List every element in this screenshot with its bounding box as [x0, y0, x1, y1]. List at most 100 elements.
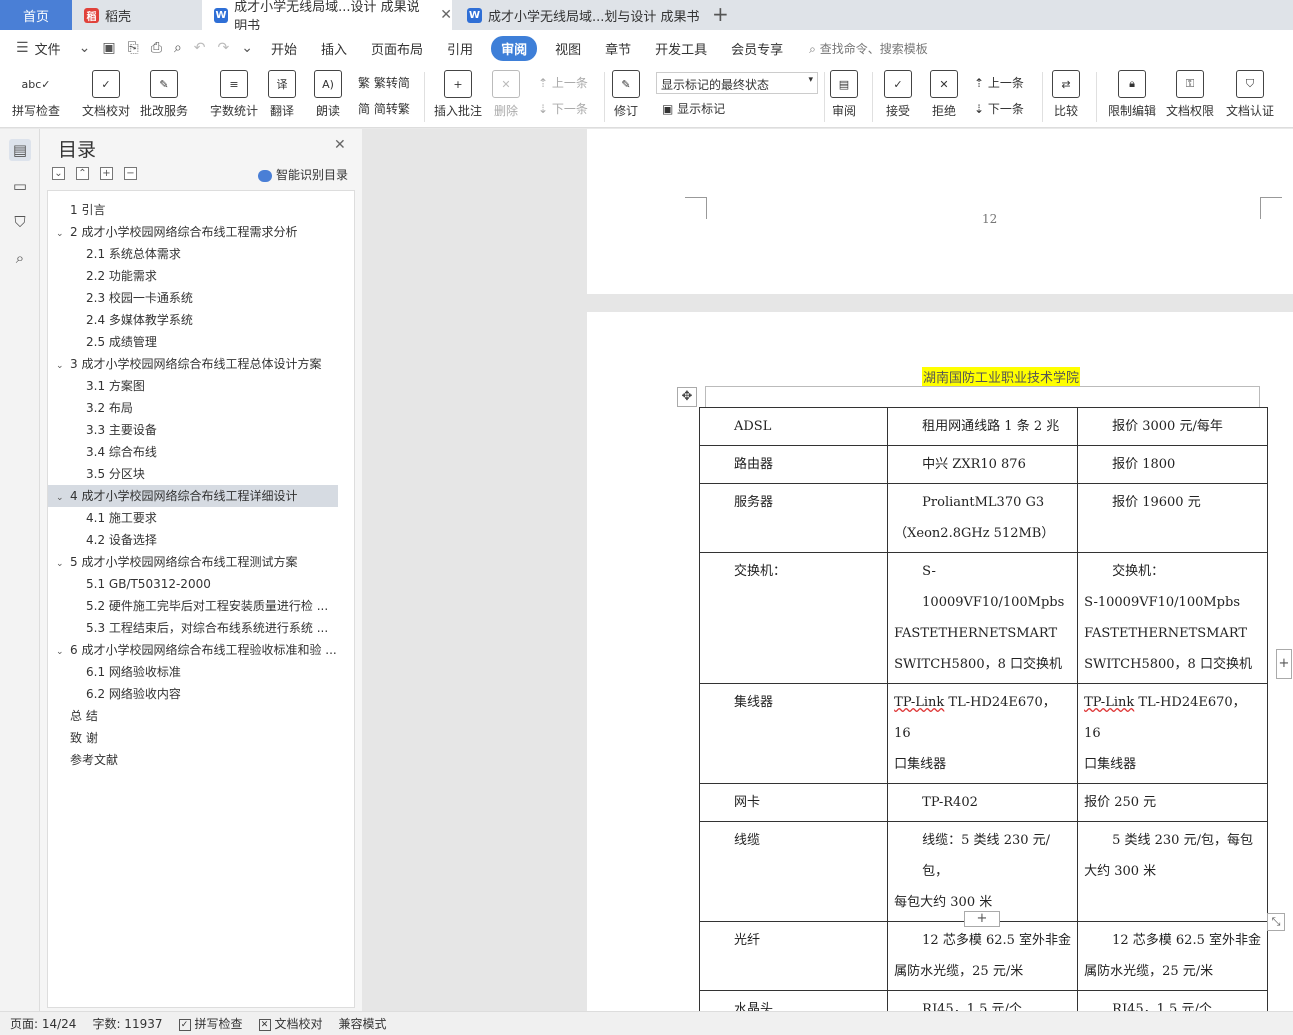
toc-item[interactable]: 5.3 工程结束后，对综合布线系统进行系统 ...	[48, 617, 338, 639]
simp-to-trad-button[interactable]: 简 简转繁	[358, 100, 410, 117]
table-move-handle-icon[interactable]: ✥	[677, 387, 697, 407]
menu-insert[interactable]: 插入	[309, 39, 359, 58]
menu-references[interactable]: 引用	[435, 39, 485, 58]
price-cell[interactable]: 报价 19600 元	[1077, 483, 1268, 553]
model-cell[interactable]: 租用网通线路 1 条 2 兆	[887, 407, 1079, 446]
toc-item[interactable]: 总 结	[48, 705, 338, 727]
toc-item[interactable]: ⌄ 5 成才小学校园网络综合布线工程测试方案	[48, 551, 338, 573]
price-cell[interactable]: 12 芯多模 62.5 室外非金 属防水光缆，25 元/米	[1077, 921, 1268, 991]
trad-to-simp-button[interactable]: 繁 繁转简	[358, 74, 410, 91]
print-preview-icon[interactable]: ⌕	[168, 40, 188, 56]
toc-item[interactable]: 3.4 综合布线	[48, 441, 338, 463]
toc-item[interactable]: 3.1 方案图	[48, 375, 338, 397]
equipment-name-cell[interactable]: 网卡	[698, 783, 889, 822]
chevron-down-icon[interactable]: ⌄	[73, 40, 97, 56]
toc-item[interactable]: 6.2 网络验收内容	[48, 683, 338, 705]
word-count-button[interactable]: ≡ 字数统计	[210, 70, 258, 119]
command-search[interactable]: ⌕ 查找命令、搜索模板	[809, 40, 928, 57]
toc-item[interactable]: ⌄ 3 成才小学校园网络综合布线工程总体设计方案	[48, 353, 338, 375]
minus-icon[interactable]: −	[124, 167, 137, 180]
toc-item[interactable]: 2.2 功能需求	[48, 265, 338, 287]
prev-change-button[interactable]: ⇡ 上一条	[974, 74, 1024, 91]
model-cell[interactable]: RJ45，1.5 元/个	[887, 990, 1079, 1011]
toc-item[interactable]: ⌄ 2 成才小学校园网络综合布线工程需求分析	[48, 221, 338, 243]
chevron-down-icon[interactable]: ⌄	[56, 641, 70, 661]
spelling-error-mark[interactable]: TP-Link	[1084, 695, 1134, 710]
toc-item[interactable]: 3.2 布局	[48, 397, 338, 419]
toc-item[interactable]: 1 引言	[48, 199, 338, 221]
model-cell[interactable]: ProliantML370 G3 （Xeon2.8GHz 512MB）	[887, 483, 1079, 553]
equipment-name-cell[interactable]: 光纤	[698, 921, 889, 991]
toc-item[interactable]: 4.1 施工要求	[48, 507, 338, 529]
menu-chapter[interactable]: 章节	[593, 39, 643, 58]
chevron-down-icon[interactable]: ⌄	[56, 487, 70, 507]
model-cell[interactable]: 线缆：5 类线 230 元/包， 每包大约 300 米	[887, 821, 1079, 922]
toc-item[interactable]: 2.4 多媒体教学系统	[48, 309, 338, 331]
toc-item[interactable]: 2.5 成绩管理	[48, 331, 338, 353]
markup-state-select[interactable]: 显示标记的最终状态 ▾	[656, 72, 818, 94]
close-icon[interactable]: ✕	[334, 137, 346, 153]
track-changes-button[interactable]: ✎ 修订	[612, 70, 640, 119]
model-cell[interactable]: 中兴 ZXR10 876	[887, 445, 1079, 484]
toc-item[interactable]: 6.1 网络验收标准	[48, 661, 338, 683]
plus-icon[interactable]: +	[100, 167, 113, 180]
doc-proofread-button[interactable]: ✓ 文档校对	[82, 70, 130, 119]
price-cell[interactable]: 报价 250 元	[1077, 783, 1268, 822]
price-cell[interactable]: RJ45，1.5 元/个	[1077, 990, 1268, 1011]
delete-comment-button[interactable]: ✕ 删除	[492, 70, 520, 119]
menu-member[interactable]: 会员专享	[719, 39, 795, 58]
redo-icon[interactable]: ↷	[212, 40, 236, 56]
page-indicator[interactable]: 页面: 14/24	[10, 1015, 76, 1032]
close-icon[interactable]: ✕	[440, 7, 452, 23]
next-comment-button[interactable]: ⇣ 下一条	[538, 100, 588, 117]
price-cell[interactable]: TP-Link TL-HD24E670，16 口集线器	[1077, 683, 1268, 784]
toc-item[interactable]: ⌄ 6 成才小学校园网络综合布线工程验收标准和验 ...	[48, 639, 338, 661]
tab-daoke[interactable]: 稻 稻壳	[72, 0, 202, 30]
price-cell[interactable]: 报价 3000 元/每年	[1077, 407, 1268, 446]
word-count-indicator[interactable]: 字数: 11937	[92, 1015, 162, 1032]
menu-page-layout[interactable]: 页面布局	[359, 39, 435, 58]
toc-item[interactable]: 4.2 设备选择	[48, 529, 338, 551]
equipment-name-cell[interactable]: 服务器	[698, 483, 889, 553]
model-cell[interactable]: S-10009VF10/100Mpbs FASTETHERNETSMART SWIT…	[887, 552, 1079, 684]
toc-item[interactable]: 3.3 主要设备	[48, 419, 338, 441]
save-icon[interactable]: ▣	[96, 40, 121, 56]
reject-button[interactable]: ✕ 拒绝	[930, 70, 958, 119]
spelling-error-mark[interactable]: TP-Link	[894, 695, 944, 710]
toc-item[interactable]: 3.5 分区块	[48, 463, 338, 485]
menu-review[interactable]: 审阅	[491, 35, 538, 61]
next-change-button[interactable]: ⇣ 下一条	[974, 100, 1024, 117]
format-painter-icon[interactable]: ⎘	[122, 40, 145, 56]
compare-button[interactable]: ⇄ 比较	[1052, 70, 1080, 119]
hamburger-icon[interactable]: ☰	[10, 40, 35, 56]
add-row-button[interactable]: +	[964, 911, 1000, 927]
chevron-down-icon[interactable]: ⌄	[56, 223, 70, 243]
equipment-name-cell[interactable]: 线缆	[698, 821, 889, 922]
price-cell[interactable]: 报价 1800	[1077, 445, 1268, 484]
undo-icon[interactable]: ↶	[188, 40, 212, 56]
tab-doc1[interactable]: W 成才小学无线局域...设计 成果说明书 ✕	[202, 0, 452, 34]
add-column-button[interactable]: +	[1276, 649, 1292, 679]
prev-comment-button[interactable]: ⇡ 上一条	[538, 74, 588, 91]
correction-service-button[interactable]: ✎ 批改服务	[140, 70, 188, 119]
toc-item[interactable]: 2.1 系统总体需求	[48, 243, 338, 265]
menu-developer[interactable]: 开发工具	[643, 39, 719, 58]
equipment-name-cell[interactable]: ADSL	[698, 407, 889, 446]
equipment-name-cell[interactable]: 交换机：	[698, 552, 889, 684]
doc-cert-button[interactable]: ⛉ 文档认证	[1226, 70, 1274, 119]
show-markup-button[interactable]: ▣ 显示标记	[662, 100, 725, 117]
toc-item[interactable]: 5.1 GB/T50312-2000	[48, 573, 338, 595]
smart-toc-button[interactable]: 智能识别目录	[258, 166, 348, 183]
model-cell[interactable]: TP-Link TL-HD24E670，16 口集线器	[887, 683, 1079, 784]
review-pane-button[interactable]: ▤ 审阅	[830, 70, 858, 119]
spell-check-button[interactable]: abc✓ 拼写检查	[12, 70, 60, 119]
expand-down-icon[interactable]: ⌄	[52, 167, 65, 180]
bookmark-icon[interactable]: ⛉	[9, 211, 31, 233]
menu-home[interactable]: 开始	[259, 39, 309, 58]
toc-item[interactable]: ⌄ 4 成才小学校园网络综合布线工程详细设计	[48, 485, 338, 507]
menu-view[interactable]: 视图	[543, 39, 593, 58]
table-resize-icon[interactable]: ⤡	[1267, 913, 1285, 931]
equipment-name-cell[interactable]: 水晶头	[698, 990, 889, 1011]
insert-comment-button[interactable]: + 插入批注	[434, 70, 482, 119]
restrict-edit-button[interactable]: 🔒︎ 限制编辑	[1108, 70, 1156, 119]
